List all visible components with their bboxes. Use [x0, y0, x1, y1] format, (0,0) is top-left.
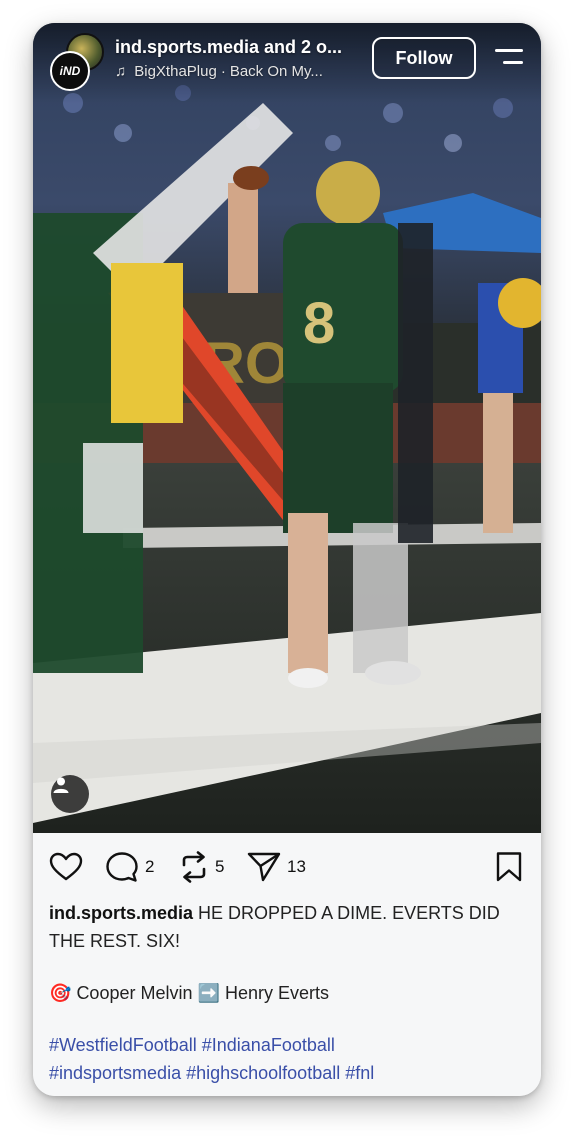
save-button[interactable]	[495, 847, 523, 887]
passer-name: Cooper Melvin	[76, 983, 193, 1003]
repost-icon	[182, 851, 206, 883]
music-note-icon: ♫	[115, 63, 127, 80]
arrow-emoji: ➡️	[197, 983, 220, 1003]
account-avatar[interactable]: iND	[50, 51, 90, 91]
video-player[interactable]: ROC 8 iND ind.sports.media and 2 o... ♫ …	[33, 23, 541, 833]
video-frame: ROC 8	[33, 23, 541, 833]
audio-artist: BigXthaPlug	[134, 63, 217, 80]
tagged-users-button[interactable]	[51, 775, 89, 813]
svg-text:8: 8	[303, 291, 335, 356]
comment-count: 2	[145, 857, 155, 876]
comment-icon	[106, 852, 138, 882]
post-card: ROC 8 iND ind.sports.media and 2 o... ♫ …	[33, 23, 541, 1096]
account-logo-text: iND	[59, 64, 81, 78]
caption-players-line: 🎯 Cooper Melvin ➡️ Henry Everts	[49, 979, 529, 1007]
repost-count: 5	[215, 857, 225, 876]
bookmark-icon	[496, 852, 522, 882]
like-button[interactable]	[49, 847, 83, 887]
hashtag-line-2: #indsportsmedia #highschoolfootball #fnl	[49, 1059, 529, 1087]
send-icon	[247, 852, 281, 882]
hashtag-link[interactable]: #WestfieldFootball	[49, 1035, 197, 1055]
hashtag-link[interactable]: #IndianaFootball	[202, 1035, 335, 1055]
share-button[interactable]: 13	[247, 847, 306, 887]
action-bar: 2 5 13	[49, 847, 527, 887]
collab-avatars[interactable]: iND	[50, 33, 106, 91]
menu-icon[interactable]	[493, 49, 523, 67]
caption-username[interactable]: ind.sports.media	[49, 903, 193, 923]
post-header: iND ind.sports.media and 2 o... ♫ BigXth…	[33, 23, 541, 103]
hashtag-link[interactable]: #indsportsmedia	[49, 1063, 181, 1083]
repost-button[interactable]: 5	[179, 847, 224, 887]
receiver-name: Henry Everts	[224, 983, 329, 1003]
audio-attribution[interactable]: ♫ BigXthaPlug · Back On My...	[115, 63, 365, 80]
follow-button[interactable]: Follow	[372, 37, 476, 79]
audio-track: Back On My...	[229, 63, 323, 80]
account-names[interactable]: ind.sports.media and 2 o...	[115, 37, 365, 58]
person-icon	[53, 777, 69, 793]
heart-icon	[49, 852, 83, 881]
post-footer: 2 5 13 ind.sports.media HE DROPPED A DIM…	[33, 833, 541, 1096]
hashtag-link[interactable]: #fnl	[345, 1063, 374, 1083]
hashtag-line-1: #WestfieldFootball #IndianaFootball	[49, 1031, 529, 1059]
hashtag-link[interactable]: #highschoolfootball	[186, 1063, 340, 1083]
post-caption: ind.sports.media HE DROPPED A DIME. EVER…	[49, 899, 529, 1087]
target-emoji: 🎯	[49, 983, 72, 1003]
comment-button[interactable]: 2	[105, 847, 154, 887]
audio-separator: ·	[220, 63, 226, 80]
share-count: 13	[287, 857, 306, 876]
hashtags: #WestfieldFootball #IndianaFootball #ind…	[49, 1031, 529, 1087]
